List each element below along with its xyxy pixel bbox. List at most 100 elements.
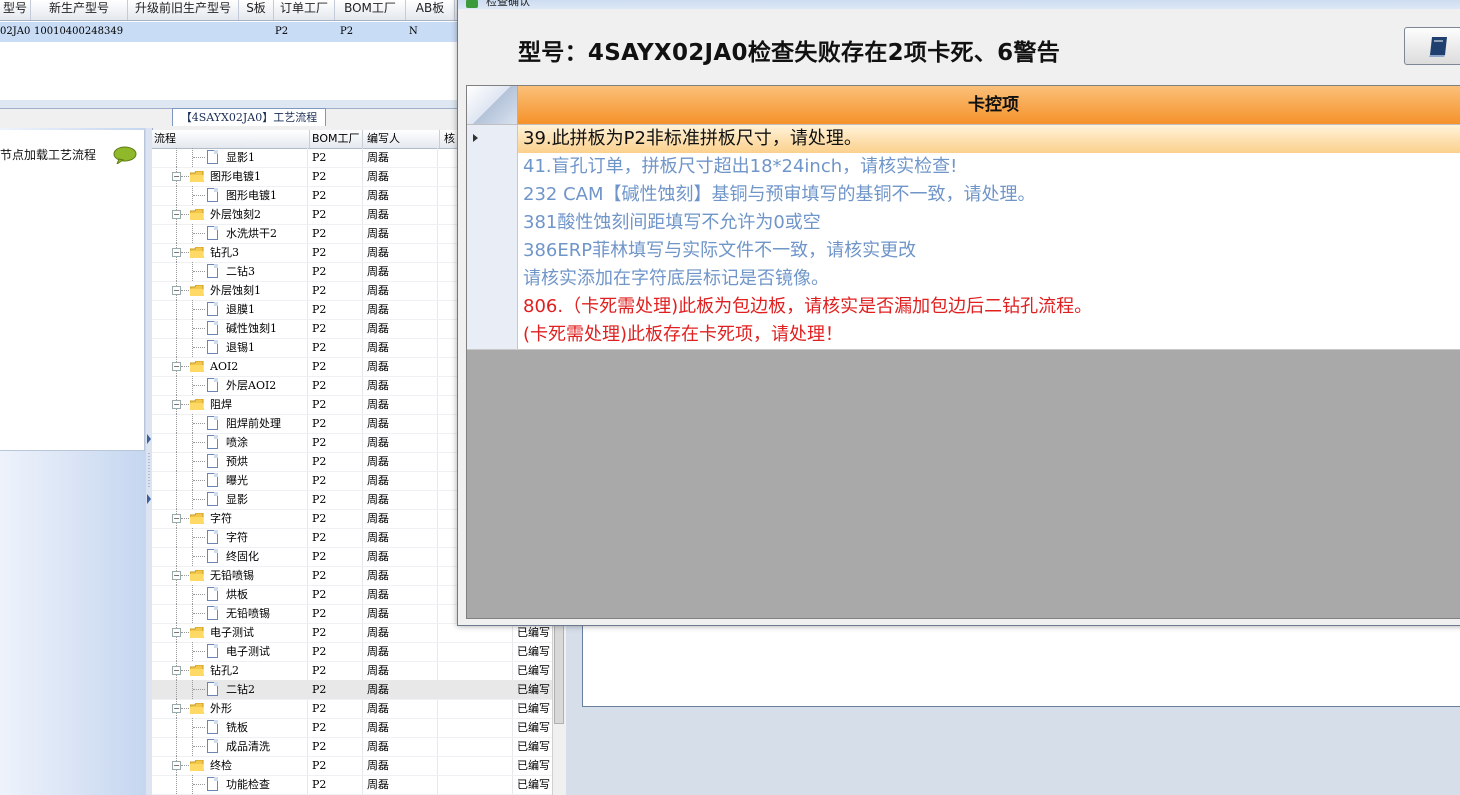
table-row[interactable]: 02JA0 10010400248349 P2 P2 N — [0, 22, 460, 42]
col-s-board[interactable]: S板 — [239, 0, 274, 20]
tree-guide-line — [181, 404, 189, 406]
chat-bubble-icon[interactable] — [113, 146, 137, 166]
bom-factory-cell: P2 — [312, 626, 327, 639]
collapse-toggle-icon[interactable]: − — [172, 172, 181, 181]
tree-node-label: 电子测试 — [226, 645, 270, 658]
tree-row[interactable]: 功能检查 P2 周磊 已编写 — [152, 775, 564, 795]
col-bom-factory[interactable]: BOM工厂 — [310, 130, 363, 148]
bom-factory-cell: P2 — [312, 303, 327, 316]
writer-cell: 周磊 — [367, 740, 389, 753]
col-control-items[interactable]: 卡控项 — [518, 86, 1460, 124]
col-ab-board[interactable]: AB板 — [406, 0, 455, 20]
tree-row[interactable]: 铣板 P2 周磊 已编写 — [152, 718, 564, 738]
tree-node-label: 二钻3 — [226, 265, 255, 278]
folder-icon — [190, 665, 204, 676]
folder-icon — [190, 513, 204, 524]
bom-factory-cell: P2 — [312, 683, 327, 696]
document-icon — [207, 378, 218, 392]
tree-guide-line — [193, 233, 205, 235]
bom-factory-cell: P2 — [312, 493, 327, 506]
col-order-factory[interactable]: 订单工厂 — [274, 0, 335, 20]
status-cell: 已编写 — [517, 664, 550, 677]
scrollbar-thumb[interactable] — [554, 612, 564, 724]
book-button[interactable] — [1404, 27, 1460, 65]
col-old-model[interactable]: 升级前旧生产型号 — [128, 0, 239, 20]
check-item-row[interactable]: 806.（卡死需处理)此板为包边板，请核实是否漏加包边后二钻孔流程。 — [467, 293, 1460, 322]
tree-guide-line — [176, 319, 178, 338]
bom-factory-cell: P2 — [312, 588, 327, 601]
row-header[interactable] — [467, 321, 518, 349]
tree-row[interactable]: − 钻孔2 P2 周磊 已编写 — [152, 661, 564, 681]
check-item-row[interactable]: 232 CAM【碱性蚀刻】基铜与预审填写的基铜不一致，请处理。 — [467, 181, 1460, 210]
tree-guide-line — [176, 547, 178, 566]
collapse-toggle-icon[interactable]: − — [172, 571, 181, 580]
row-header[interactable] — [467, 209, 518, 237]
writer-cell: 周磊 — [367, 436, 389, 449]
row-header[interactable] — [467, 293, 518, 321]
writer-cell: 周磊 — [367, 398, 389, 411]
collapse-toggle-icon[interactable]: − — [172, 761, 181, 770]
writer-cell: 周磊 — [367, 512, 389, 525]
row-header[interactable] — [467, 181, 518, 209]
row-header[interactable] — [467, 237, 518, 265]
check-item-row[interactable]: 请核实添加在字符底层标记是否镜像。 — [467, 265, 1460, 294]
writer-cell: 周磊 — [367, 759, 389, 772]
document-icon — [207, 473, 218, 487]
document-icon — [207, 454, 218, 468]
tree-guide-line — [176, 186, 178, 205]
row-header[interactable] — [467, 265, 518, 293]
col-new-model[interactable]: 新生产型号 — [31, 0, 128, 20]
tree-guide-line — [193, 556, 205, 558]
tree-row[interactable]: 成品清洗 P2 周磊 已编写 — [152, 737, 564, 757]
dialog-titlebar[interactable]: 检查确认 — [458, 0, 1460, 9]
check-item-row[interactable]: 41.盲孔订单，拼板尺寸超出18*24inch，请核实检查! — [467, 153, 1460, 182]
tree-row[interactable]: 电子测试 P2 周磊 已编写 — [152, 642, 564, 662]
tree-guide-line — [181, 632, 189, 634]
col-flow[interactable]: 流程 — [152, 130, 310, 148]
collapse-toggle-icon[interactable]: − — [172, 248, 181, 257]
tree-guide-line — [176, 737, 178, 756]
collapse-toggle-icon[interactable]: − — [172, 514, 181, 523]
collapse-toggle-icon[interactable]: − — [172, 210, 181, 219]
tree-row[interactable]: − 外形 P2 周磊 已编写 — [152, 699, 564, 719]
tree-guide-line — [193, 499, 205, 501]
row-header[interactable] — [467, 125, 518, 153]
select-all-corner[interactable] — [467, 86, 518, 124]
tree-row[interactable]: − 电子测试 P2 周磊 已编写 — [152, 623, 564, 643]
bom-factory-cell: P2 — [312, 322, 327, 335]
check-item-row[interactable]: (卡死需处理)此板存在卡死项，请处理！ — [467, 321, 1460, 350]
status-cell: 已编写 — [517, 645, 550, 658]
tree-guide-line — [181, 765, 189, 767]
collapse-toggle-icon[interactable]: − — [172, 628, 181, 637]
check-item-row[interactable]: 381酸性蚀刻间距填写不允许为0或空 — [467, 209, 1460, 238]
tree-node-label: AOI2 — [210, 360, 239, 373]
tree-node-label: 成品清洗 — [226, 740, 270, 753]
document-icon — [207, 606, 218, 620]
grid-header: 卡控项 — [467, 86, 1460, 125]
load-flow-label[interactable]: 节点加载工艺流程 — [0, 146, 96, 163]
document-icon — [207, 321, 218, 335]
collapse-toggle-icon[interactable]: − — [172, 286, 181, 295]
collapse-toggle-icon[interactable]: − — [172, 362, 181, 371]
tree-guide-line — [193, 651, 205, 653]
tree-guide-line — [193, 537, 205, 539]
col-model[interactable]: 型号 — [0, 0, 31, 20]
tree-node-label: 水洗烘干2 — [226, 227, 277, 240]
tree-row[interactable]: 二钻2 P2 周磊 已编写 — [152, 680, 564, 700]
collapse-toggle-icon[interactable]: − — [172, 666, 181, 675]
folder-icon — [190, 361, 204, 372]
bom-factory-cell: P2 — [312, 360, 327, 373]
tab-process-flow[interactable]: 【4SAYX02JA0】工艺流程 — [172, 108, 326, 126]
collapse-toggle-icon[interactable]: − — [172, 400, 181, 409]
tree-guide-line — [193, 461, 205, 463]
col-writer[interactable]: 编写人 — [365, 130, 440, 148]
tree-row[interactable]: − 终检 P2 周磊 已编写 — [152, 756, 564, 776]
check-item-text: 41.盲孔订单，拼板尺寸超出18*24inch，请核实检查! — [523, 156, 958, 177]
tree-guide-line — [193, 784, 205, 786]
bom-factory-cell: P2 — [312, 569, 327, 582]
check-item-row[interactable]: 39.此拼板为P2非标准拼板尺寸，请处理。 — [467, 125, 1460, 154]
col-bom-factory[interactable]: BOM工厂 — [335, 0, 406, 20]
row-header[interactable] — [467, 153, 518, 181]
collapse-toggle-icon[interactable]: − — [172, 704, 181, 713]
check-item-row[interactable]: 386ERP菲林填写与实际文件不一致，请核实更改 — [467, 237, 1460, 266]
